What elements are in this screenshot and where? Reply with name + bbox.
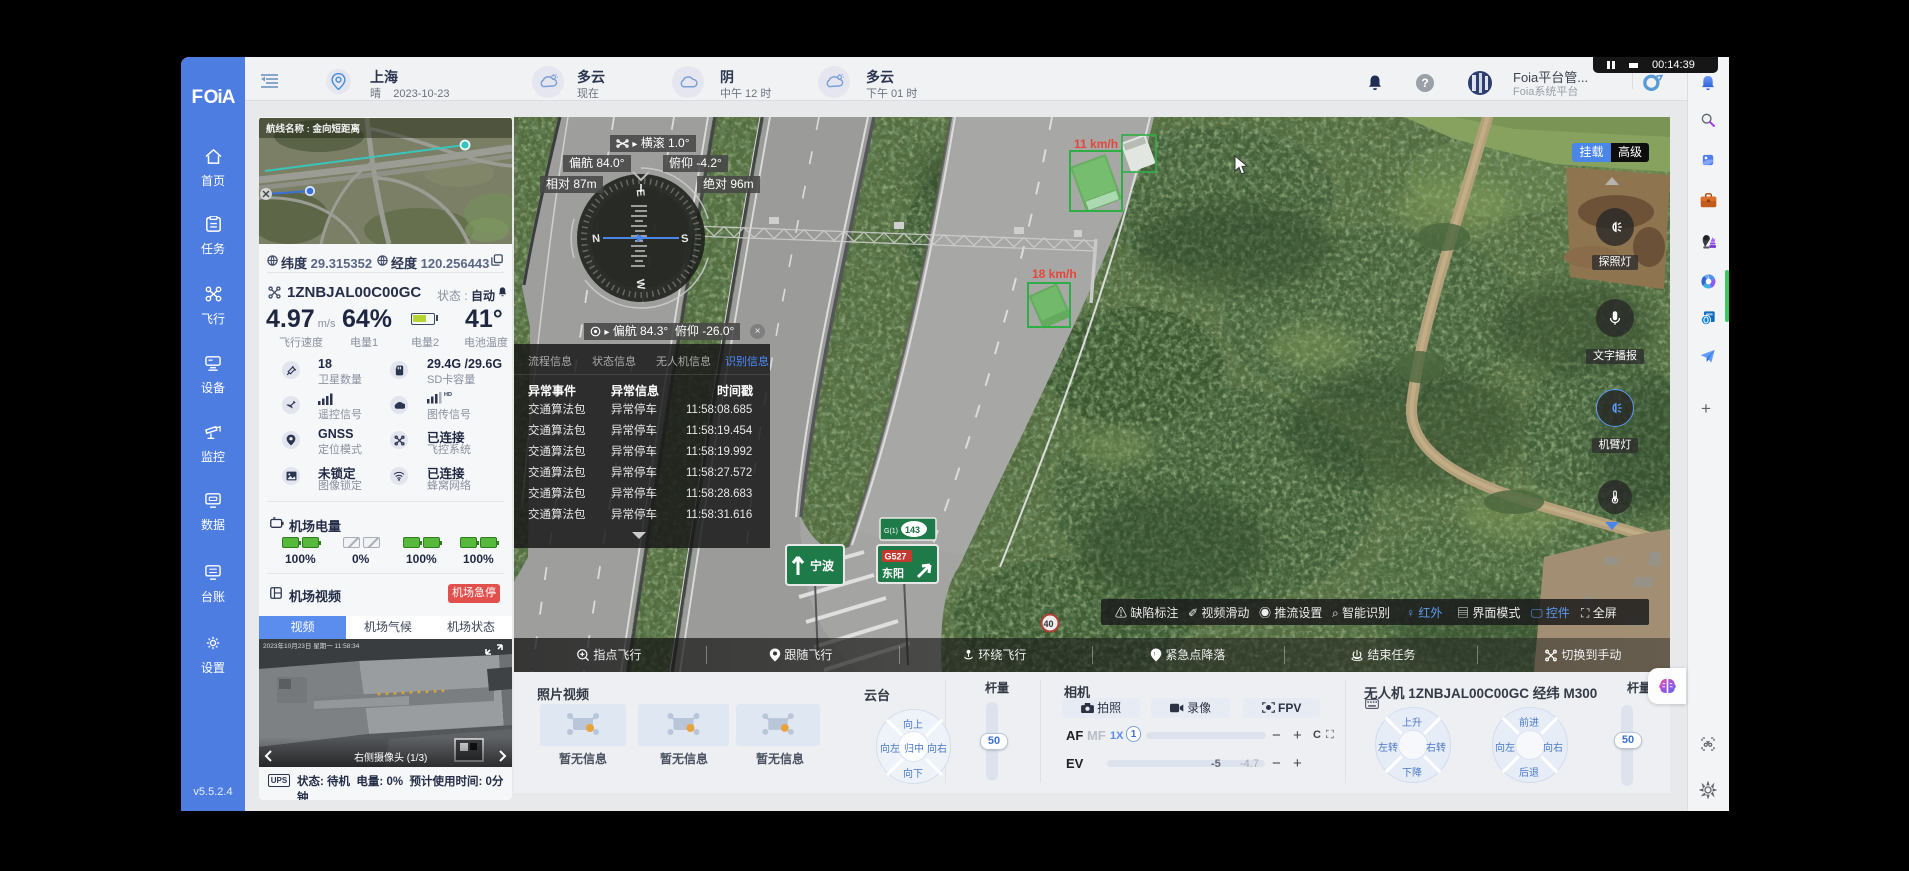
svg-text:东阳: 东阳 <box>882 566 904 580</box>
svg-text:航线名称 : 金向短距离: 航线名称 : 金向短距离 <box>266 123 360 135</box>
svg-text:18 km/h: 18 km/h <box>1032 267 1077 281</box>
svg-text:G(1): G(1) <box>884 528 898 535</box>
svg-text:HD: HD <box>444 392 452 398</box>
svg-text:143: 143 <box>905 525 920 535</box>
svg-text:2023年10月23日 星期一 11:58:34: 2023年10月23日 星期一 11:58:34 <box>263 641 360 650</box>
svg-text:40: 40 <box>1044 619 1054 629</box>
svg-text:E: E <box>634 188 647 197</box>
svg-text:宁波: 宁波 <box>810 558 835 573</box>
svg-text:11 km/h: 11 km/h <box>1074 137 1118 151</box>
svg-text:S: S <box>680 233 689 246</box>
svg-text:G527: G527 <box>885 552 907 562</box>
svg-text:W: W <box>634 278 647 290</box>
svg-text:N: N <box>591 233 600 246</box>
svg-text:右侧摄像头 (1/3): 右侧摄像头 (1/3) <box>354 751 427 764</box>
